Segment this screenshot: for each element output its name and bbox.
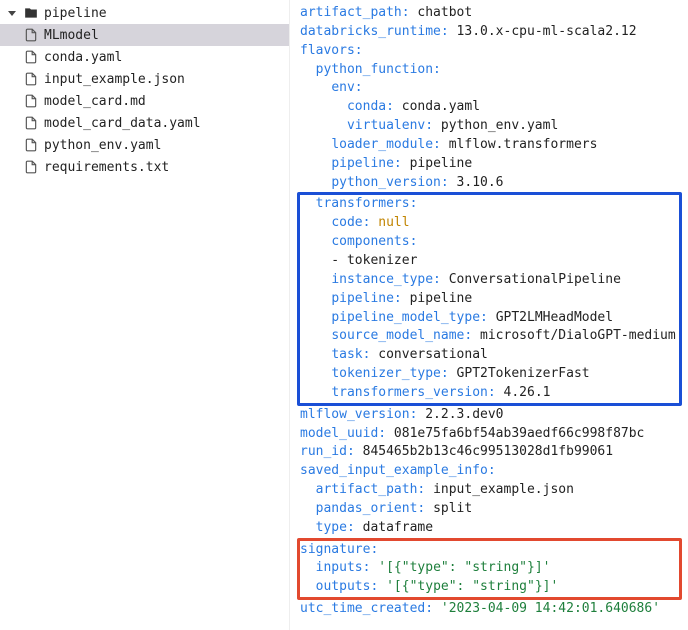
tree-file-label: requirements.txt — [44, 160, 169, 175]
tree-file-model-card-data-yaml[interactable]: model_card_data.yaml — [0, 112, 289, 134]
highlight-box-transformers: transformers: code: null components: - t… — [297, 192, 682, 405]
tree-folder-pipeline[interactable]: pipeline — [0, 2, 289, 24]
tree-file-label: model_card.md — [44, 94, 146, 109]
tree-file-label: model_card_data.yaml — [44, 116, 201, 131]
file-icon — [24, 94, 38, 108]
tree-file-mlmodel[interactable]: MLmodel — [0, 24, 289, 46]
folder-icon — [24, 6, 38, 20]
tree-file-input-example-json[interactable]: input_example.json — [0, 68, 289, 90]
file-icon — [24, 72, 38, 86]
tree-file-label: input_example.json — [44, 72, 185, 87]
tree-file-requirements-txt[interactable]: requirements.txt — [0, 156, 289, 178]
tree-file-python-env-yaml[interactable]: python_env.yaml — [0, 134, 289, 156]
caret-down-icon — [8, 11, 16, 16]
tree-file-model-card-md[interactable]: model_card.md — [0, 90, 289, 112]
tree-file-label: python_env.yaml — [44, 138, 161, 153]
highlight-box-signature: signature: inputs: '[{"type": "string"}]… — [297, 538, 682, 601]
file-icon — [24, 50, 38, 64]
tree-folder-label: pipeline — [44, 6, 107, 21]
tree-file-label: conda.yaml — [44, 50, 122, 65]
file-tree-sidebar: pipeline MLmodel conda.yaml input_example.… — [0, 0, 290, 630]
file-icon — [24, 138, 38, 152]
file-icon — [24, 28, 38, 42]
file-icon — [24, 160, 38, 174]
tree-file-conda-yaml[interactable]: conda.yaml — [0, 46, 289, 68]
file-content-pane: artifact_path: chatbot databricks_runtim… — [290, 0, 688, 630]
file-icon — [24, 116, 38, 130]
tree-file-label: MLmodel — [44, 28, 99, 43]
